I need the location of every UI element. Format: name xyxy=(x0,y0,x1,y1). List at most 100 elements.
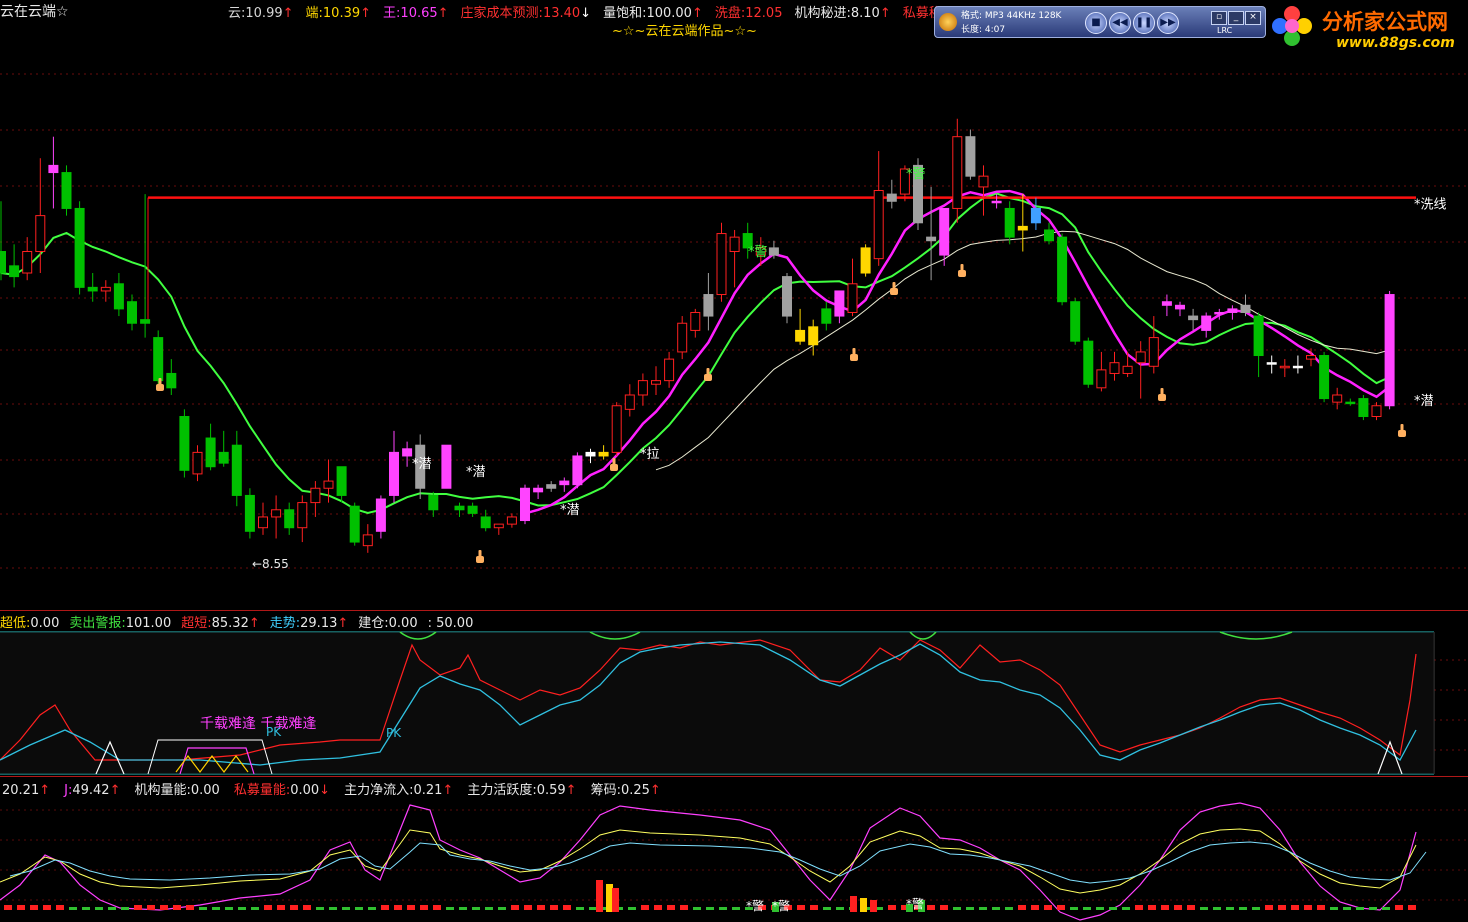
candle-body xyxy=(834,290,845,317)
candle-body xyxy=(467,505,478,514)
candle-body xyxy=(952,136,963,209)
legend-label: 走势: xyxy=(269,616,301,631)
candle-body xyxy=(611,405,622,453)
volume-bar xyxy=(199,907,207,910)
legend-value: 29.13 xyxy=(300,616,338,631)
volume-bar xyxy=(303,905,311,910)
legend-label: 王: xyxy=(383,6,401,21)
volume-bar xyxy=(4,905,12,910)
candle-body xyxy=(179,416,190,471)
warn-label: *警 xyxy=(906,896,924,911)
music-player[interactable]: 格式: MP3 44KHz 128K 长度: 4:07 ■ ◀◀ ❚❚ ▶▶ ▫… xyxy=(934,6,1266,38)
volume-bar xyxy=(160,905,168,910)
candle-body xyxy=(48,164,59,174)
volume-bar xyxy=(17,905,25,910)
low-price-label: ←8.55 xyxy=(252,557,289,571)
candle-body xyxy=(74,207,85,288)
candle-body xyxy=(782,276,792,317)
pause-button[interactable]: ❚❚ xyxy=(1133,12,1155,34)
candle-body xyxy=(506,516,517,525)
legend-value: 8.10 xyxy=(850,6,880,21)
volume-bar xyxy=(316,907,324,910)
candle-body xyxy=(991,200,1002,204)
rare-chance-label: 千载难逢 千载难逢 xyxy=(200,716,316,732)
volume-bar xyxy=(498,907,506,910)
logo-text: 分析家公式网 xyxy=(1322,10,1448,34)
close-button[interactable]: × xyxy=(1245,11,1261,25)
legend-item: 机构秘进:8.10↑ xyxy=(794,6,890,21)
stop-button[interactable]: ■ xyxy=(1085,12,1107,34)
candle-body xyxy=(0,250,6,274)
legend-value: 100.00 xyxy=(646,6,692,21)
legend-item: : 50.00 xyxy=(428,616,474,631)
volume-bar xyxy=(1239,907,1247,910)
volume-bar xyxy=(1278,905,1286,910)
flower-logo-icon xyxy=(1272,6,1312,46)
volume-bar xyxy=(472,907,480,910)
candle-body xyxy=(1266,362,1277,365)
volume-bar xyxy=(706,907,714,910)
legend-item: 建仓:0.00 xyxy=(358,616,417,631)
trend-arrow-icon: ↑ xyxy=(39,783,51,798)
candle-body xyxy=(1109,362,1120,374)
candle-body xyxy=(1306,355,1316,360)
volume-bar xyxy=(1031,905,1039,910)
candle-body xyxy=(192,451,203,475)
volume-bar xyxy=(1096,907,1104,910)
volume-bar xyxy=(1200,907,1208,910)
trend-arrow-icon: ↑ xyxy=(879,6,891,21)
volume-bar xyxy=(1213,907,1221,910)
prev-button[interactable]: ◀◀ xyxy=(1109,12,1131,34)
volume-bar xyxy=(56,905,64,910)
volume-bar xyxy=(1005,907,1013,910)
minimize-button[interactable]: _ xyxy=(1228,11,1244,25)
candle-body xyxy=(61,172,72,209)
volume-bar xyxy=(966,907,974,910)
panel3-legend: 20.21↑ J:49.42↑ 机构量能:0.00 私募量能:0.00↓ 主力净流入:0… xyxy=(2,779,675,798)
chart-subtitle: ~☆~云在云端作品~☆~ xyxy=(612,24,757,39)
volume-bar xyxy=(667,905,675,910)
legend-item: 洗盘:12.05 xyxy=(715,6,783,21)
candle-body xyxy=(1057,236,1068,303)
hand-icon xyxy=(704,368,712,381)
volume-bar xyxy=(992,907,1000,910)
volume-bar xyxy=(212,907,220,910)
legend-label: 卖出警报: xyxy=(69,616,126,631)
candle-body xyxy=(258,516,268,529)
volume-bar xyxy=(1395,905,1403,910)
candle-body xyxy=(598,451,609,457)
legend-item: 私募量能:0.00↓ xyxy=(234,783,330,798)
candle-body xyxy=(1292,365,1303,369)
volume-spike xyxy=(606,884,613,912)
volume-bar xyxy=(290,905,298,910)
legend-item: 端:10.39↑ xyxy=(306,6,372,21)
candle-body xyxy=(375,498,386,532)
legend-value: 20.21 xyxy=(2,783,40,798)
legend-item: 20.21↑ xyxy=(2,783,50,798)
legend-label: 超低: xyxy=(0,616,31,631)
panel2-legend: 超低:0.00 卖出警报:101.00 超短:85.32↑ 走势:29.13↑ 建仓:0… xyxy=(0,612,483,631)
restore-button[interactable]: ▫ xyxy=(1211,11,1227,25)
volume-bar xyxy=(342,907,350,910)
track-duration: 长度: 4:07 xyxy=(961,25,1006,35)
volume-spike xyxy=(612,888,619,912)
lrc-button[interactable]: LRC xyxy=(1217,26,1232,35)
hand-icon xyxy=(1398,424,1406,437)
volume-bar xyxy=(1356,907,1364,910)
candle-body xyxy=(1175,304,1185,310)
candle-body xyxy=(310,487,321,504)
next-button[interactable]: ▶▶ xyxy=(1157,12,1179,34)
volume-bar xyxy=(134,905,142,910)
trend-arrow-icon: ↓ xyxy=(319,783,331,798)
candle-body xyxy=(35,215,46,252)
legend-item: 超短:85.32↑ xyxy=(181,616,260,631)
candle-body xyxy=(939,207,950,256)
volume-bar xyxy=(511,905,519,910)
candle-body xyxy=(1030,207,1041,224)
candle-body xyxy=(1227,308,1238,313)
candle-body xyxy=(677,322,688,353)
candle-body xyxy=(664,358,675,382)
legend-value: 0.59 xyxy=(536,783,566,798)
legend-item: 机构量能:0.00 xyxy=(134,783,219,798)
volume-bar xyxy=(147,905,155,910)
